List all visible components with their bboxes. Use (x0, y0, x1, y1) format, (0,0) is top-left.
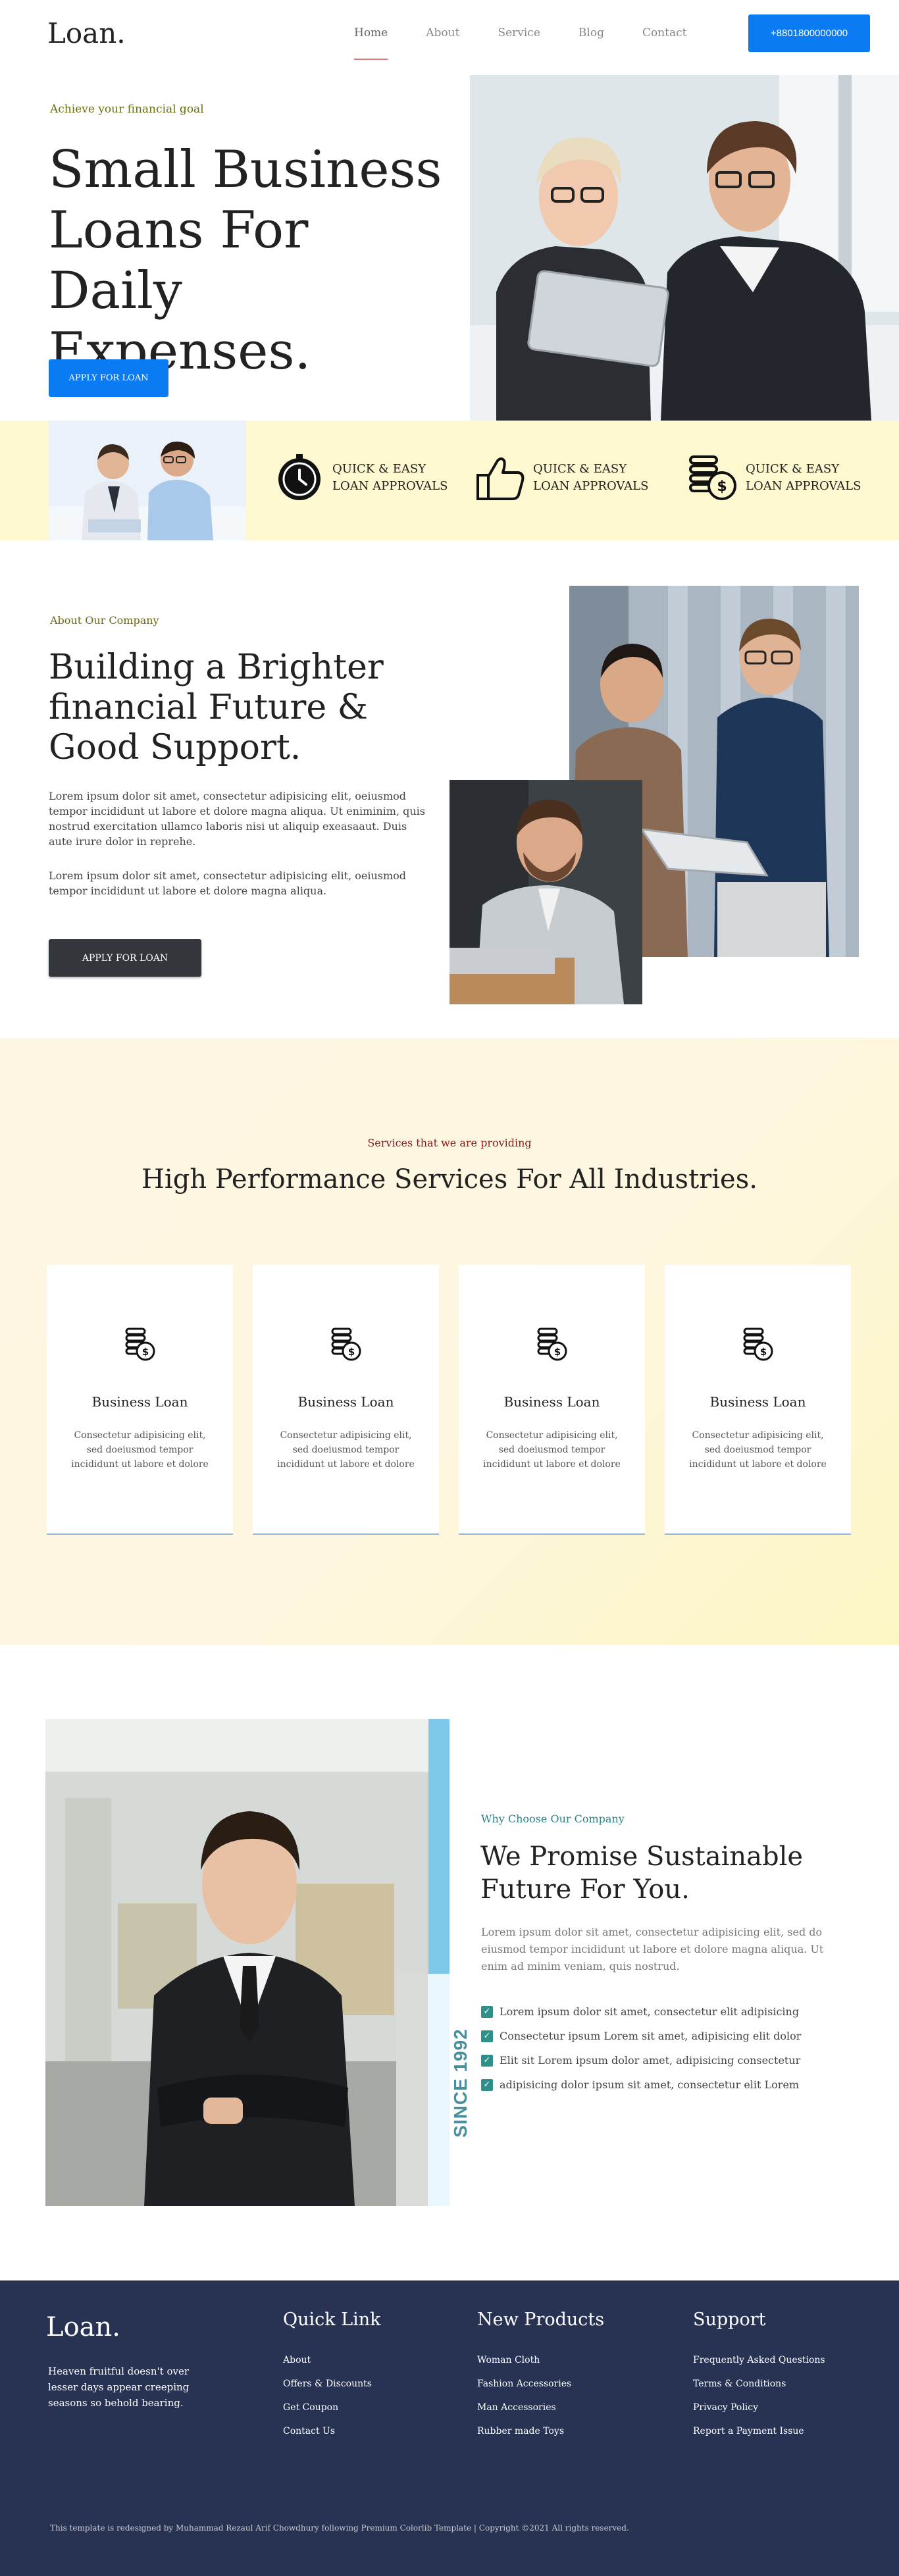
why-paragraph: Lorem ipsum dolor sit amet, consectetur … (481, 1926, 824, 1972)
check-text: Consectetur ipsum Lorem sit amet, adipis… (500, 2030, 802, 2042)
why-eyebrow: Why Choose Our Company (481, 1813, 625, 1825)
accent-bar (428, 1719, 450, 1974)
check-list: ✓ Lorem ipsum dolor sit amet, consectetur… (481, 1999, 801, 2097)
about-eyebrow: About Our Company (50, 614, 159, 627)
nav-service[interactable]: Service (498, 26, 540, 58)
about-title: Building a Brighter financial Future & G… (49, 648, 384, 767)
stopwatch-icon (273, 451, 326, 504)
apply-for-loan-button[interactable]: APPLY FOR LOAN (49, 359, 168, 397)
nav-contact[interactable]: Contact (642, 26, 687, 58)
svg-text:$: $ (717, 478, 727, 495)
svg-text:$: $ (142, 1346, 149, 1358)
check-text: Elit sit Lorem ipsum dolor amet, adipisi… (500, 2054, 801, 2067)
service-card[interactable]: $ Business Loan Consectetur adipisicing … (665, 1265, 851, 1535)
check-icon: ✓ (481, 2030, 493, 2042)
services-section: Services that we are providing High Perf… (0, 1038, 899, 1645)
service-card[interactable]: $ Business Loan Consectetur adipisicing … (47, 1265, 233, 1535)
footer-link[interactable]: Report a Payment Issue (693, 2426, 825, 2450)
service-card-title: Business Loan (709, 1394, 806, 1410)
hero-image (470, 75, 899, 421)
footer-link[interactable]: Offers & Discounts (283, 2379, 381, 2402)
check-text: Lorem ipsum dolor sit amet, consectetur … (500, 2005, 800, 2018)
service-card-text: Consectetur adipisicing elit, sed doeius… (483, 1430, 621, 1470)
about-paragraph: Lorem ipsum dolor sit amet, consectetur … (49, 790, 426, 848)
footer-link[interactable]: Man Accessories (477, 2402, 604, 2426)
service-card-title: Business Loan (503, 1394, 600, 1410)
footer-column-title: Support (693, 2309, 766, 2330)
since-label: SINCE 1992 (450, 2028, 471, 2138)
coins-icon: $ (742, 1326, 774, 1363)
footer-link[interactable]: Frequently Asked Questions (693, 2355, 825, 2379)
site-header: Loan. Home About Service Blog Contact +8… (0, 0, 899, 68)
footer-column-title: New Products (477, 2309, 605, 2330)
check-list-item: ✓ Lorem ipsum dolor sit amet, consectetur… (481, 1999, 801, 2024)
footer-column-new-products: New Products Woman Cloth Fashion Accesso… (477, 2309, 604, 2450)
site-footer: Loan. Heaven fruitful doesn't over lesse… (0, 2280, 899, 2576)
about-section: About Our Company Building a Brighter fi… (0, 540, 899, 1038)
why-title: We Promise Sustainable Future For You. (480, 1842, 804, 1905)
logo[interactable]: Loan. (47, 17, 126, 49)
footer-link[interactable]: Get Coupon (283, 2402, 381, 2426)
footer-link[interactable]: Terms & Conditions (693, 2379, 825, 2402)
check-icon: ✓ (481, 2078, 493, 2091)
feature-item: QUICK & EASY LOAN APPROVALS (474, 451, 665, 504)
check-icon: ✓ (481, 2054, 493, 2067)
nav-blog[interactable]: Blog (578, 26, 604, 58)
copyright-text: This template is redesigned by Muhammad … (50, 2523, 629, 2533)
feature-text: QUICK & EASY LOAN APPROVALS (533, 462, 649, 493)
nav-about[interactable]: About (426, 26, 459, 58)
footer-description: Heaven fruitful doesn't over lesser days… (48, 2365, 190, 2409)
coins-icon: $ (686, 451, 739, 504)
footer-link[interactable]: Woman Cloth (477, 2355, 604, 2379)
check-icon: ✓ (481, 2005, 493, 2018)
services-title: High Performance Services For All Indust… (141, 1164, 758, 1195)
check-text: adipisicing dolor ipsum sit amet, consec… (500, 2078, 800, 2091)
service-card-title: Business Loan (91, 1394, 188, 1410)
coins-icon: $ (536, 1326, 568, 1363)
footer-link[interactable]: Fashion Accessories (477, 2379, 604, 2402)
svg-text:$: $ (348, 1346, 355, 1358)
why-choose-section: SINCE 1992 Why Choose Our Company We Pro… (0, 1645, 899, 2280)
check-list-item: ✓ Elit sit Lorem ipsum dolor amet, adipis… (481, 2048, 801, 2073)
footer-link[interactable]: Contact Us (283, 2426, 381, 2450)
coins-icon: $ (124, 1326, 156, 1363)
about-image-smiling-man (450, 780, 642, 1004)
footer-column-quick-link: Quick Link About Offers & Discounts Get … (283, 2309, 381, 2450)
hero-eyebrow: Achieve your financial goal (50, 103, 204, 116)
footer-link[interactable]: Rubber made Toys (477, 2426, 604, 2450)
main-nav: Home About Service Blog Contact (354, 26, 725, 60)
footer-link[interactable]: About (283, 2355, 381, 2379)
nav-home[interactable]: Home (354, 26, 388, 60)
svg-text:$: $ (554, 1346, 561, 1358)
service-card[interactable]: $ Business Loan Consectetur adipisicing … (253, 1265, 439, 1535)
service-card[interactable]: $ Business Loan Consectetur adipisicing … (459, 1265, 645, 1535)
hero-section: Achieve your financial goal Small Busine… (0, 68, 899, 421)
feature-item: QUICK & EASY LOAN APPROVALS (273, 451, 464, 504)
feature-item: $ QUICK & EASY LOAN APPROVALS (686, 451, 877, 504)
footer-column-title: Quick Link (283, 2309, 381, 2330)
footer-column-support: Support Frequently Asked Questions Terms… (693, 2309, 825, 2450)
service-card-text: Consectetur adipisicing elit, sed doeius… (689, 1430, 827, 1470)
footer-logo[interactable]: Loan. (46, 2312, 120, 2342)
service-card-text: Consectetur adipisicing elit, sed doeius… (71, 1430, 209, 1470)
feature-strip: QUICK & EASY LOAN APPROVALS QUICK & EASY… (0, 421, 899, 540)
services-subtitle: Services that we are providing (367, 1137, 532, 1149)
check-list-item: ✓ Consectetur ipsum Lorem sit amet, adipi… (481, 2024, 801, 2048)
phone-button[interactable]: +8801800000000 (748, 14, 870, 52)
feature-text: QUICK & EASY LOAN APPROVALS (332, 462, 448, 493)
why-image-businessman (45, 1719, 428, 2206)
apply-for-loan-button[interactable]: APPLY FOR LOAN (49, 939, 201, 977)
thumbs-up-icon (474, 451, 527, 504)
footer-link[interactable]: Privacy Policy (693, 2402, 825, 2426)
team-image (49, 421, 246, 540)
service-card-text: Consectetur adipisicing elit, sed doeius… (277, 1430, 415, 1470)
about-paragraph: Lorem ipsum dolor sit amet, consectetur … (49, 869, 407, 897)
feature-text: QUICK & EASY LOAN APPROVALS (746, 462, 861, 493)
since-box (396, 1974, 450, 2206)
check-list-item: ✓ adipisicing dolor ipsum sit amet, conse… (481, 2073, 801, 2097)
coins-icon: $ (330, 1326, 362, 1363)
hero-title: Small Business Loans For Daily Expenses. (49, 140, 442, 381)
svg-text:$: $ (760, 1346, 767, 1358)
service-card-title: Business Loan (297, 1394, 394, 1410)
